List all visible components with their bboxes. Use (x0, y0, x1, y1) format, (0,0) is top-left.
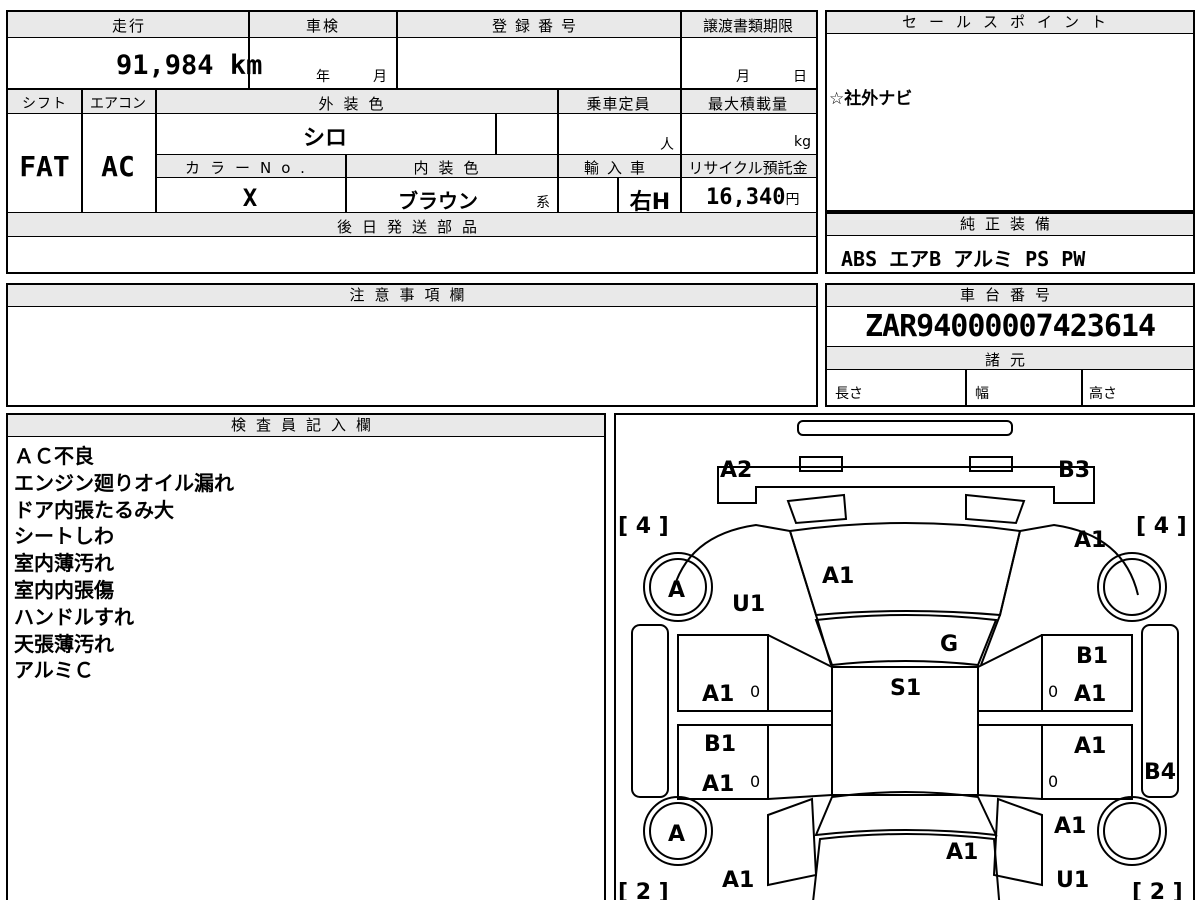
maxload-label: 最大積載量 (707, 95, 788, 113)
mark-b1-rf-door: B1 (1076, 644, 1108, 669)
maxload-unit: kg (794, 134, 811, 150)
mileage-unit: km (229, 50, 263, 81)
inspector-line: 室内薄汚れ (14, 551, 114, 576)
mark-g: G (940, 632, 958, 657)
recycle-unit: 円 (785, 192, 800, 208)
mileage-label: 走行 (111, 17, 146, 35)
capacity-unit: 人 (660, 137, 674, 153)
mileage-number: 91,984 (116, 50, 214, 81)
mileage-value: 91,984 km (116, 50, 262, 81)
inspector-line: 天張薄汚れ (14, 631, 114, 656)
inspector-box: 検査員記入欄 ＡＣ不良 エンジン廻りオイル漏れ ドア内張たるみ大 シートしわ 室… (6, 413, 606, 900)
exterior-label: 外装色 (318, 95, 394, 113)
inspector-line: 室内内張傷 (14, 577, 114, 602)
inspector-label: 検査員記入欄 (8, 415, 604, 437)
mark-a2: A2 (720, 458, 752, 483)
aircon-value: AC (101, 150, 135, 183)
mark-a1-lf-door: A1 (702, 682, 734, 707)
later-parts-label: 後日発送部品 (336, 218, 487, 236)
recycle-value: 16,340円 (706, 185, 799, 210)
mark-a1-fr: A1 (1074, 528, 1106, 553)
mark-a1-lr-door: A1 (702, 772, 734, 797)
mark-zero: 0 (750, 682, 760, 701)
interior-label: 内装色 (413, 159, 489, 177)
shaken-year-unit: 年 (316, 69, 330, 85)
shaken-label: 車検 (305, 17, 340, 35)
sales-point-label: セールスポイント (827, 12, 1193, 34)
import-label: 輸入車 (583, 159, 653, 177)
car-diagram-box: A2 B3 A1 A1 A U1 G B1 A1 S1 A1 B1 A1 A1 … (614, 413, 1195, 900)
mark-a1-rr-quarter: A1 (1054, 814, 1086, 839)
spec-height: 高さ (1089, 386, 1117, 402)
notes-box: 注意事項欄 (6, 283, 818, 407)
inspector-lines: ＡＣ不良 エンジン廻りオイル漏れ ドア内張たるみ大 シートしわ 室内薄汚れ 室内… (14, 443, 234, 684)
mark-a1-hood: A1 (822, 564, 854, 589)
car-diagram: A2 B3 A1 A1 A U1 G B1 A1 S1 A1 B1 A1 A1 … (618, 420, 1187, 900)
deadline-day: 日 (793, 69, 807, 85)
spec-width: 幅 (975, 386, 989, 402)
sales-point-box: セールスポイント ☆社外ナビ (825, 10, 1195, 212)
recycle-label: リサイクル預託金 (688, 159, 808, 177)
spec-length: 長さ (835, 386, 863, 402)
specs-label: 諸元 (984, 351, 1035, 369)
mark-a1-rr-door: A1 (1074, 734, 1106, 759)
corner-rr: [ 2 ] (1132, 880, 1183, 900)
chassis-box: 車台番号 ZAR94000007423614 諸元 長さ 幅 高さ (825, 283, 1195, 407)
mark-u1-front: U1 (732, 592, 765, 617)
mark-s1: S1 (890, 676, 921, 701)
corner-fl: [ 4 ] (618, 514, 669, 539)
notes-label: 注意事項欄 (8, 285, 816, 307)
chassis-number: ZAR94000007423614 (864, 309, 1156, 344)
equipment-box: 純正装備 ABS エアB アルミ PS PW (825, 212, 1195, 274)
corner-rl: [ 2 ] (618, 880, 669, 900)
shift-label: シフト (22, 96, 67, 112)
corner-fr: [ 4 ] (1136, 514, 1187, 539)
mark-zero: 0 (750, 772, 760, 791)
mark-zero: 0 (1048, 682, 1058, 701)
sales-point-text: ☆社外ナビ (829, 89, 913, 109)
equipment-label: 純正装備 (827, 214, 1193, 236)
vehicle-info-table: 走行 車検 登録番号 譲渡書類期限 91,984 km 年 月 月 日 シフト … (6, 10, 818, 274)
inspector-line: ＡＣ不良 (14, 444, 94, 468)
recycle-number: 16,340 (706, 185, 786, 210)
mark-zero: 0 (1048, 772, 1058, 791)
mark-a-fl-wheel: A (668, 578, 685, 603)
shaken-month-unit: 月 (373, 69, 387, 85)
inspector-line: エンジン廻りオイル漏れ (14, 470, 234, 495)
colorno-label: カラーNo. (185, 159, 315, 177)
colorno-value: X (242, 184, 258, 212)
inspector-line: アルミＣ (14, 658, 94, 683)
mark-a-rl-wheel: A (668, 822, 685, 847)
aircon-label: エアコン (90, 96, 146, 112)
deadline-month: 月 (736, 69, 750, 85)
equipment-text: ABS エアB アルミ PS PW (841, 247, 1086, 271)
mark-b3: B3 (1058, 458, 1090, 483)
capacity-label: 乗車定員 (586, 95, 651, 113)
chassis-label: 車台番号 (827, 285, 1193, 307)
inspector-line: ハンドルすれ (14, 604, 134, 629)
mark-b4: B4 (1144, 760, 1176, 785)
exterior-value: シロ (302, 126, 347, 151)
inspector-line: ドア内張たるみ大 (14, 497, 174, 522)
mark-a1-trunk: A1 (946, 840, 978, 865)
interior-value: ブラウン (398, 189, 478, 213)
mark-u1-rear: U1 (1056, 868, 1089, 893)
interior-suffix: 系 (536, 195, 550, 211)
inspector-line: シートしわ (14, 524, 114, 549)
mark-b1-lr-door: B1 (704, 732, 736, 757)
reg-label: 登録番号 (491, 17, 584, 35)
mark-a1-rear-left: A1 (722, 868, 754, 893)
mark-a1-rf-door: A1 (1074, 682, 1106, 707)
deadline-label: 譲渡書類期限 (702, 17, 793, 35)
shift-value: FAT (19, 150, 70, 183)
